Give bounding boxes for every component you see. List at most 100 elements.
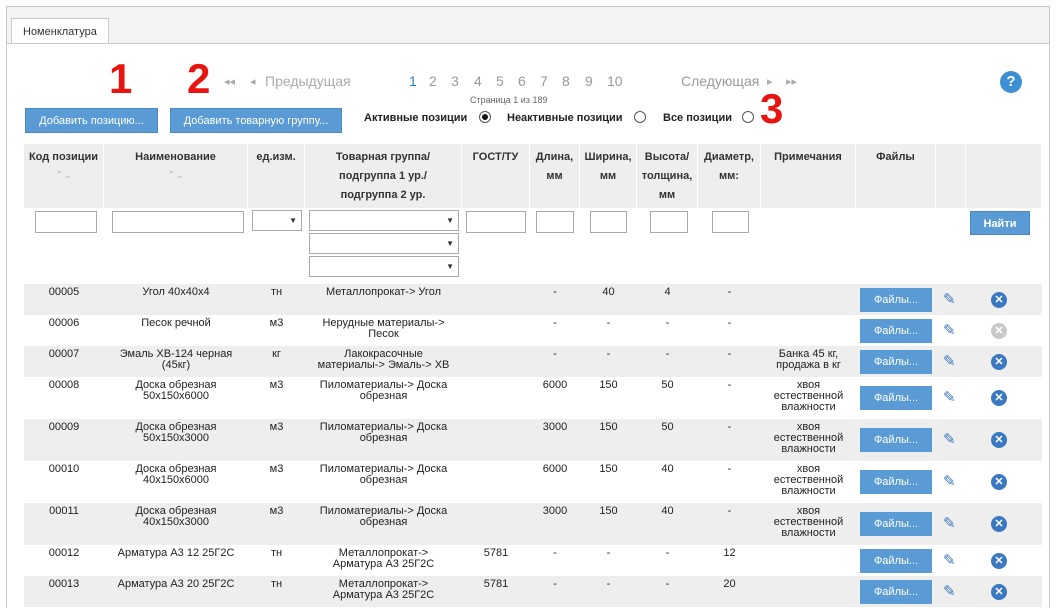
filter-active-radio[interactable] xyxy=(479,111,491,123)
page-link-1[interactable]: 1 xyxy=(409,73,417,89)
filter-inactive-radio[interactable] xyxy=(634,111,646,123)
pencil-icon[interactable]: ✎ xyxy=(943,552,960,570)
filter-unit-select[interactable]: ▼ xyxy=(252,210,302,231)
col-header-label: Код позиции xyxy=(28,151,99,163)
filter-all-radio[interactable] xyxy=(742,111,754,123)
next-page-icon[interactable]: ▸ xyxy=(767,75,773,88)
pencil-icon[interactable]: ✎ xyxy=(943,515,960,533)
page-link-2[interactable]: 2 xyxy=(429,73,437,89)
cell-group: Металлопрокат-> Угол xyxy=(325,286,441,298)
page-link-9[interactable]: 9 xyxy=(585,73,593,89)
cell-note: Банка 45 кг, продажа в кг xyxy=(776,348,841,371)
page-link-6[interactable]: 6 xyxy=(518,73,526,89)
cell-code: 00009 xyxy=(48,421,80,433)
cell-width: 40 xyxy=(602,286,615,298)
filter-diameter-input[interactable] xyxy=(712,211,749,233)
files-button[interactable]: Файлы... xyxy=(860,512,932,536)
cell-diameter: 12 xyxy=(723,547,736,559)
cell-diameter: - xyxy=(727,505,732,517)
sort-arrows-icon[interactable]: ⌃⌄ xyxy=(104,171,247,181)
pencil-icon[interactable]: ✎ xyxy=(943,291,960,309)
delete-circle-icon[interactable]: ✕ xyxy=(991,390,1007,406)
pencil-icon[interactable]: ✎ xyxy=(943,473,960,491)
filter-subgroup2-select[interactable]: ▼ xyxy=(309,256,459,277)
prev-page-link[interactable]: Предыдущая xyxy=(265,73,351,89)
col-header-label: ГОСТ/ТУ xyxy=(472,151,519,163)
filter-width-input[interactable] xyxy=(590,211,627,233)
files-button[interactable]: Файлы... xyxy=(860,386,932,410)
pencil-icon[interactable]: ✎ xyxy=(943,322,960,340)
delete-circle-icon[interactable]: ✕ xyxy=(991,354,1007,370)
filter-name-input[interactable] xyxy=(112,211,244,233)
files-button[interactable]: Файлы... xyxy=(860,428,932,452)
add-item-button[interactable]: Добавить позицию... xyxy=(25,108,158,133)
cell-unit: м3 xyxy=(269,463,284,475)
col-header-0[interactable]: Код позиции ⌃⌄ xyxy=(24,144,104,208)
delete-circle-icon[interactable]: ✕ xyxy=(991,474,1007,490)
delete-circle-icon[interactable]: ✕ xyxy=(991,553,1007,569)
pencil-icon[interactable]: ✎ xyxy=(943,389,960,407)
next-page-link[interactable]: Следующая xyxy=(681,73,759,89)
filter-code-input[interactable] xyxy=(35,211,97,233)
cell-width: 150 xyxy=(599,463,618,475)
last-page-icon[interactable]: ▸▸ xyxy=(786,75,797,88)
first-page-icon[interactable]: ◂◂ xyxy=(224,75,235,88)
filter-inactive-label: Неактивные позиции xyxy=(507,112,623,124)
help-icon[interactable]: ? xyxy=(1000,71,1022,93)
cell-gost: 5781 xyxy=(483,547,509,559)
files-button[interactable]: Файлы... xyxy=(860,549,932,573)
filter-height-input[interactable] xyxy=(650,211,688,233)
delete-circle-icon[interactable]: ✕ xyxy=(991,432,1007,448)
cell-width: - xyxy=(606,578,611,590)
files-button[interactable]: Файлы... xyxy=(860,288,932,312)
col-header-label: Длина, мм xyxy=(535,151,574,182)
col-header-8: Диаметр, мм: xyxy=(698,144,761,208)
cell-note: хвоя естественной влажности xyxy=(773,379,844,413)
pencil-icon[interactable]: ✎ xyxy=(943,353,960,371)
filter-active-label: Активные позиции xyxy=(364,112,468,124)
cell-name: Доска обрезная 50х150х3000 xyxy=(135,421,217,444)
page-link-10[interactable]: 10 xyxy=(607,73,623,89)
cell-note: хвоя естественной влажности xyxy=(773,505,844,539)
files-button[interactable]: Файлы... xyxy=(860,580,932,604)
col-header-1[interactable]: Наименование ⌃⌄ xyxy=(104,144,248,208)
tab-nomenclature[interactable]: Номенклатура xyxy=(11,18,109,46)
delete-circle-icon[interactable]: ✕ xyxy=(991,516,1007,532)
cell-note: хвоя естественной влажности xyxy=(773,421,844,455)
filter-gost-input[interactable] xyxy=(466,211,526,233)
col-header-2: ед.изм. xyxy=(248,144,305,208)
delete-circle-icon[interactable]: ✕ xyxy=(991,584,1007,600)
cell-length: 3000 xyxy=(542,421,568,433)
pencil-icon[interactable]: ✎ xyxy=(943,431,960,449)
col-header-11 xyxy=(936,144,966,208)
prev-page-icon[interactable]: ◂ xyxy=(250,75,256,88)
filter-length-input[interactable] xyxy=(536,211,574,233)
cell-length: 3000 xyxy=(542,505,568,517)
filter-subgroup1-select[interactable]: ▼ xyxy=(309,233,459,254)
cell-unit: м3 xyxy=(269,317,284,329)
pencil-icon[interactable]: ✎ xyxy=(943,583,960,601)
files-button[interactable]: Файлы... xyxy=(860,470,932,494)
page-link-4[interactable]: 4 xyxy=(474,73,482,89)
filter-group-select[interactable]: ▼ xyxy=(309,210,459,231)
files-button[interactable]: Файлы... xyxy=(860,350,932,374)
add-group-button[interactable]: Добавить товарную группу... xyxy=(170,108,342,133)
sort-arrows-icon[interactable]: ⌃⌄ xyxy=(24,171,103,181)
cell-unit: тн xyxy=(270,547,283,559)
page-link-5[interactable]: 5 xyxy=(496,73,504,89)
cell-group: Нерудные материалы-> Песок xyxy=(322,317,445,340)
page-link-7[interactable]: 7 xyxy=(540,73,548,89)
cell-diameter: - xyxy=(727,317,732,329)
page-link-3[interactable]: 3 xyxy=(451,73,459,89)
page-info: Страница 1 из 189 xyxy=(470,95,548,105)
cell-code: 00007 xyxy=(48,348,80,360)
cell-note: хвоя естественной влажности xyxy=(773,463,844,497)
find-button[interactable]: Найти xyxy=(970,211,1030,235)
cell-group: Пиломатериалы-> Доска обрезная xyxy=(319,463,448,486)
delete-circle-icon[interactable]: ✕ xyxy=(991,292,1007,308)
cell-length: - xyxy=(553,348,557,360)
delete-circle-icon[interactable]: ✕ xyxy=(991,323,1007,339)
cell-name: Доска обрезная 50х150х6000 xyxy=(135,379,217,402)
page-link-8[interactable]: 8 xyxy=(562,73,570,89)
files-button[interactable]: Файлы... xyxy=(860,319,932,343)
